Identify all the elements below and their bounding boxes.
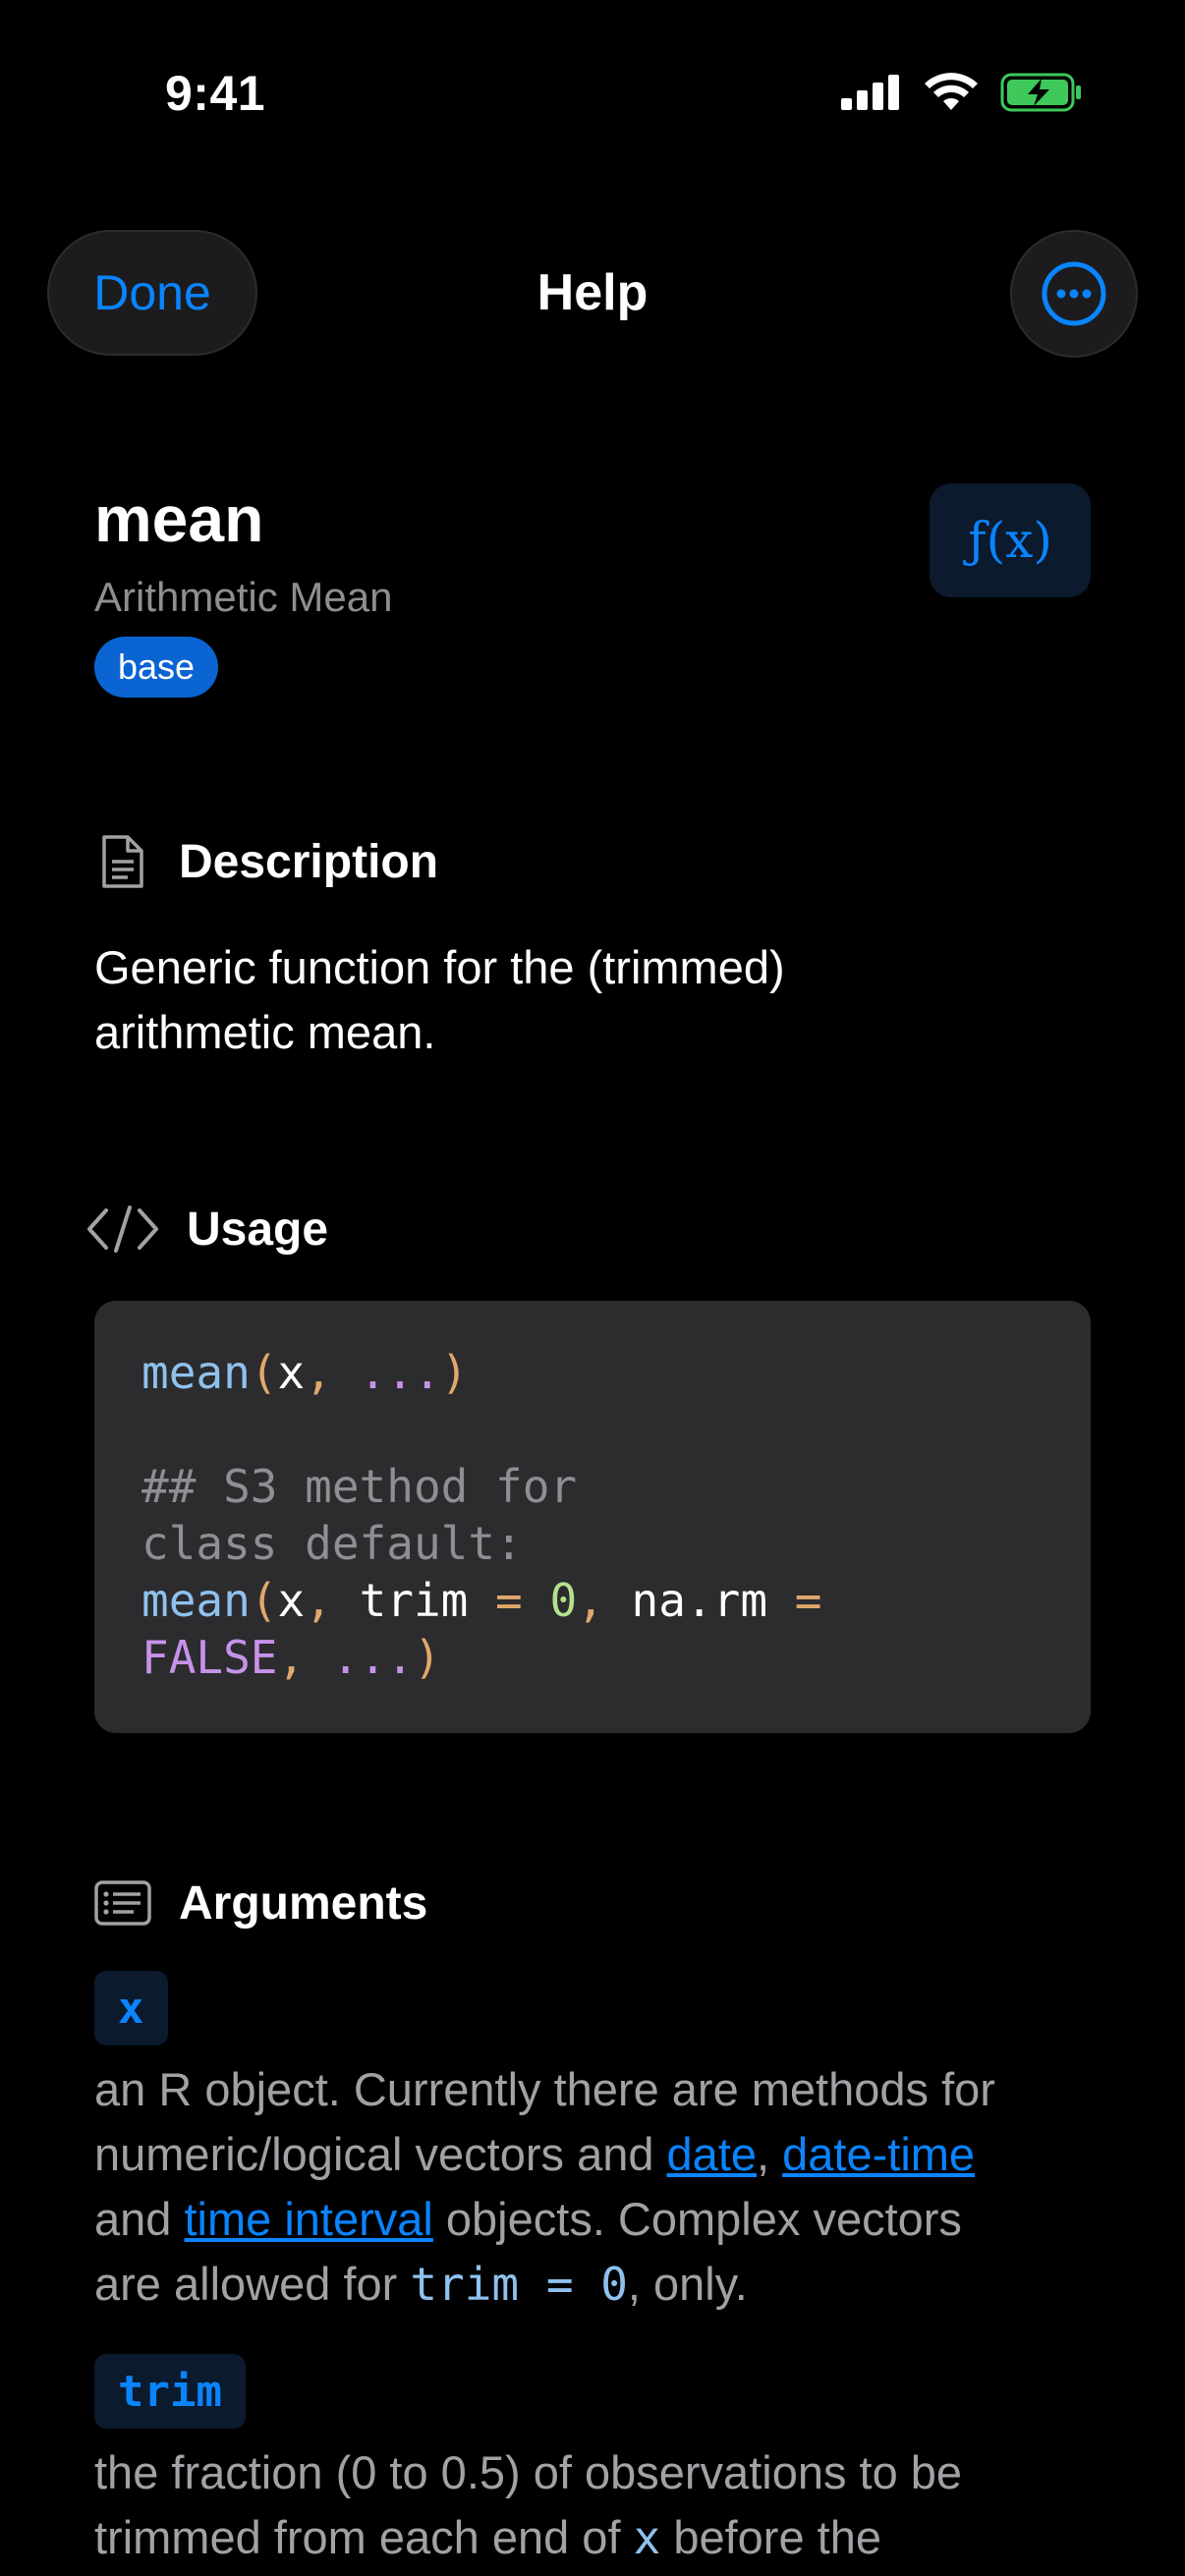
argument-description-x: an R object. Currently there are methods… [94, 2063, 995, 2311]
navigation-bar: Done Help [0, 226, 1185, 364]
argument-name-trim: trim [94, 2354, 246, 2429]
usage-heading: Usage [187, 1203, 329, 1256]
usage-code-block[interactable]: mean(x, ...) ## S3 method for class defa… [94, 1301, 1091, 1733]
description-section-header: Description [94, 833, 438, 890]
list-text-icon [94, 1875, 151, 1932]
argument-name-x: x [94, 1971, 168, 2045]
code-brackets-icon [86, 1201, 159, 1258]
argument-description-trim: the fraction (0 to 0.5) of observations … [94, 2446, 963, 2564]
description-text: Generic function for the (trimmed) arith… [94, 941, 785, 1058]
arguments-section-header: Arguments [94, 1875, 427, 1932]
wifi-icon [925, 73, 978, 110]
date-time-link[interactable]: date-time [782, 2128, 975, 2180]
nav-title: Help [536, 264, 649, 321]
package-badge: base [94, 637, 219, 698]
inline-code: trim = 0 [410, 2258, 628, 2311]
usage-section-header: Usage [86, 1201, 328, 1258]
description-heading: Description [179, 835, 439, 888]
time-interval-link[interactable]: time interval [184, 2193, 432, 2245]
status-bar: 9:41 [0, 0, 1185, 196]
usage-code: mean(x, ...) ## S3 method for class defa… [141, 1346, 822, 1684]
function-title: Arithmetic Mean [94, 574, 393, 620]
ellipsis-circle-icon [1042, 261, 1106, 326]
function-icon-badge: ƒ(x) [930, 483, 1091, 597]
status-icons [841, 73, 1083, 112]
inline-code: x [633, 2511, 661, 2564]
more-options-button[interactable] [1010, 230, 1138, 358]
document-icon [94, 833, 151, 890]
status-time: 9:41 [165, 66, 266, 121]
function-name: mean [94, 482, 264, 555]
date-link[interactable]: date [667, 2128, 757, 2180]
battery-charging-icon [1000, 73, 1081, 112]
arguments-heading: Arguments [179, 1876, 428, 1930]
cellular-signal-icon [841, 75, 899, 110]
